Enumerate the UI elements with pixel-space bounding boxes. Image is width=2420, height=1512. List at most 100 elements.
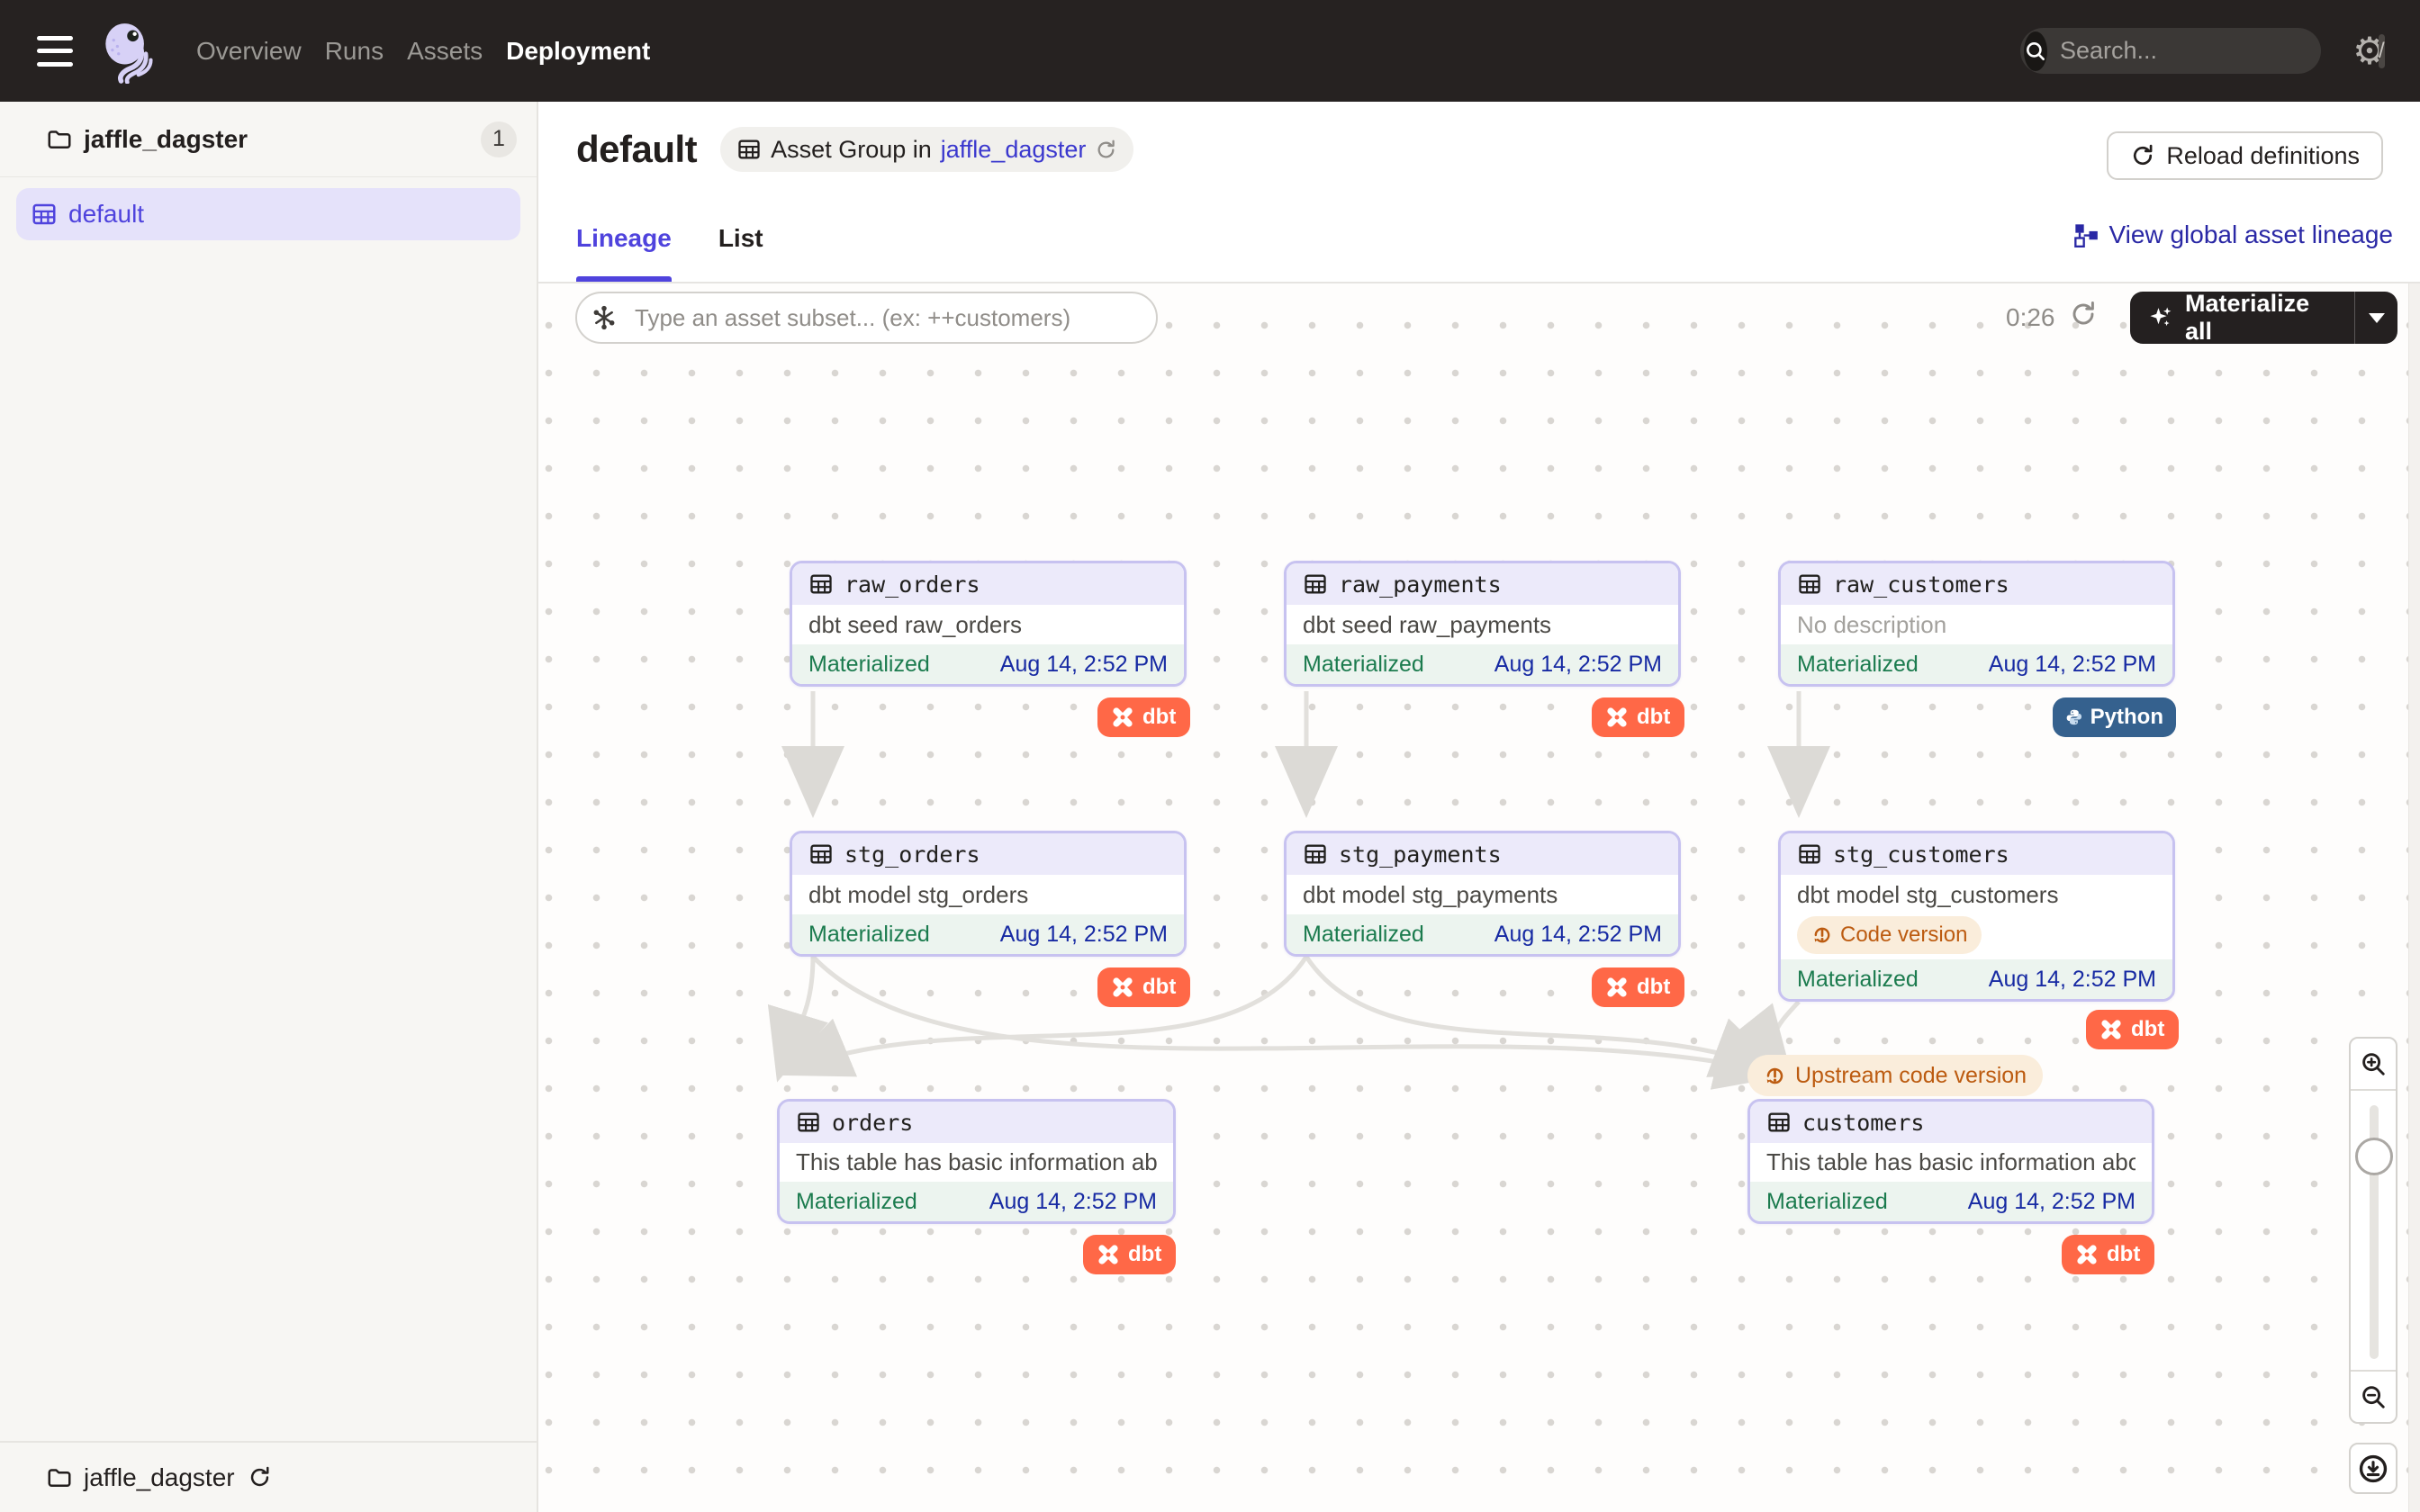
materialized-timestamp[interactable]: Aug 14, 2:52 PM [1989,967,2156,993]
asset-description: This table has basic information about .… [1766,1148,2136,1176]
zoom-in-button[interactable] [2351,1039,2396,1089]
asset-node-orders[interactable]: orders This table has basic information … [777,1099,1176,1224]
nav-item-assets[interactable]: Assets [407,28,483,75]
asset-status-row: Materialized Aug 14, 2:52 PM [1287,914,1678,954]
hamburger-menu-icon[interactable] [37,36,73,67]
asset-name: customers [1802,1110,1924,1136]
asset-node-customers[interactable]: customers This table has basic informati… [1747,1099,2154,1224]
asset-name: raw_payments [1339,572,1502,598]
materialized-timestamp[interactable]: Aug 14, 2:52 PM [1494,922,1662,948]
tab-lineage[interactable]: Lineage [576,224,672,282]
code-version-label: Code version [1840,922,1967,948]
badge-label: dbt [1637,705,1670,730]
vertical-scrollbar[interactable] [2408,284,2420,1512]
nav-item-deployment[interactable]: Deployment [506,28,650,75]
zoom-slider[interactable] [2351,1089,2396,1372]
view-global-asset-lineage-link[interactable]: View global asset lineage [2073,220,2393,249]
materialized-timestamp[interactable]: Aug 14, 2:52 PM [1000,922,1168,948]
table-icon [808,842,834,867]
dbt-icon [1604,705,1630,730]
reload-icon[interactable] [1095,139,1117,161]
global-search[interactable]: / [2020,28,2321,74]
asset-node-header: stg_payments [1287,833,1678,875]
asset-node-raw-customers[interactable]: raw_customers No description Materialize… [1778,561,2175,687]
zoom-in-icon [2360,1050,2387,1077]
table-icon [1303,842,1328,867]
badge-label: Python [2090,705,2163,730]
reload-icon[interactable] [248,1465,272,1490]
asset-status-row: Materialized Aug 14, 2:52 PM [792,644,1184,684]
asset-name: orders [832,1110,913,1136]
nav-item-overview[interactable]: Overview [196,28,302,75]
refresh-timer: 0:26 [2006,303,2055,332]
search-input[interactable] [2047,37,2379,65]
python-badge[interactable]: Python [2053,698,2176,737]
view-tabs: Lineage List [576,224,763,282]
materialize-all-split-button: Materialize all [2130,292,2397,344]
asset-node-header: customers [1750,1102,2152,1143]
chip-workspace-link[interactable]: jaffle_dagster [941,136,1087,164]
asset-status-row: Materialized Aug 14, 2:52 PM [1287,644,1678,684]
zoom-out-button[interactable] [2351,1372,2396,1422]
upstream-code-version-tag[interactable]: Upstream code version [1747,1055,2043,1096]
asset-node-raw-payments[interactable]: raw_payments dbt seed raw_payments Mater… [1284,561,1681,687]
lineage-graph-canvas[interactable]: 0:26 Materialize all [538,284,2420,1512]
asset-name: raw_customers [1833,572,2009,598]
materialized-status: Materialized [808,922,930,948]
table-icon [1766,1110,1792,1135]
sidebar-workspace-row[interactable]: jaffle_dagster 1 [0,102,537,177]
materialized-status: Materialized [1797,652,1919,678]
dbt-badge[interactable]: dbt [2062,1235,2154,1274]
materialize-options-dropdown[interactable] [2354,292,2397,344]
footer-workspace-name: jaffle_dagster [84,1463,235,1492]
asset-node-stg-customers[interactable]: stg_customers dbt model stg_customers Co… [1778,831,2175,1002]
asset-subset-input[interactable] [575,292,1158,344]
asset-node-stg-orders[interactable]: stg_orders dbt model stg_orders Material… [790,831,1187,957]
folder-icon [46,126,73,153]
materialize-all-button[interactable]: Materialize all [2130,290,2354,346]
asset-node-stg-payments[interactable]: stg_payments dbt model stg_payments Mate… [1284,831,1681,957]
download-icon [2358,1454,2388,1484]
asset-name: stg_orders [844,842,980,868]
dbt-badge[interactable]: dbt [1083,1235,1176,1274]
reload-definitions-button[interactable]: Reload definitions [2107,131,2383,180]
sidebar-item-default-group[interactable]: default [16,188,520,240]
materialized-timestamp[interactable]: Aug 14, 2:52 PM [1968,1189,2136,1215]
dbt-icon [1110,705,1135,730]
dbt-icon [2099,1017,2124,1042]
dbt-badge[interactable]: dbt [1097,698,1190,737]
workspace-name: jaffle_dagster [84,125,248,154]
asset-status-row: Materialized Aug 14, 2:52 PM [1781,644,2172,684]
dbt-badge[interactable]: dbt [1097,968,1190,1007]
badge-label: dbt [2107,1242,2140,1267]
dbt-badge[interactable]: dbt [2086,1010,2179,1049]
materialized-timestamp[interactable]: Aug 14, 2:52 PM [989,1189,1157,1215]
asset-node-raw-orders[interactable]: raw_orders dbt seed raw_orders Materiali… [790,561,1187,687]
code-version-tag[interactable]: Code version [1797,916,1982,954]
asset-node-header: orders [780,1102,1173,1143]
asset-node-header: stg_orders [792,833,1184,875]
zoom-slider-handle[interactable] [2355,1138,2393,1175]
materialized-timestamp[interactable]: Aug 14, 2:52 PM [1989,652,2156,678]
reload-definitions-label: Reload definitions [2166,142,2360,170]
materialized-timestamp[interactable]: Aug 14, 2:52 PM [1494,652,1662,678]
global-lineage-label: View global asset lineage [2109,220,2393,249]
download-graph-button[interactable] [2349,1443,2397,1494]
reload-icon [2130,143,2155,168]
nav-item-runs[interactable]: Runs [325,28,384,75]
graph-refresh-icon[interactable] [2069,300,2098,328]
dagster-logo[interactable] [96,19,156,84]
materialized-status: Materialized [796,1189,917,1215]
tab-list[interactable]: List [718,224,763,282]
asset-status-row: Materialized Aug 14, 2:52 PM [1750,1182,2152,1221]
materialized-status: Materialized [808,652,930,678]
workspace-count-badge: 1 [481,122,517,158]
dbt-badge[interactable]: dbt [1592,698,1684,737]
asset-status-row: Materialized Aug 14, 2:52 PM [1781,959,2172,999]
asset-name: stg_payments [1339,842,1502,868]
asset-groups-sidebar: jaffle_dagster 1 default jaffle_dagster [0,102,538,1512]
dbt-badge[interactable]: dbt [1592,968,1684,1007]
asset-node-header: raw_orders [792,563,1184,605]
materialized-timestamp[interactable]: Aug 14, 2:52 PM [1000,652,1168,678]
python-icon [2065,705,2083,730]
